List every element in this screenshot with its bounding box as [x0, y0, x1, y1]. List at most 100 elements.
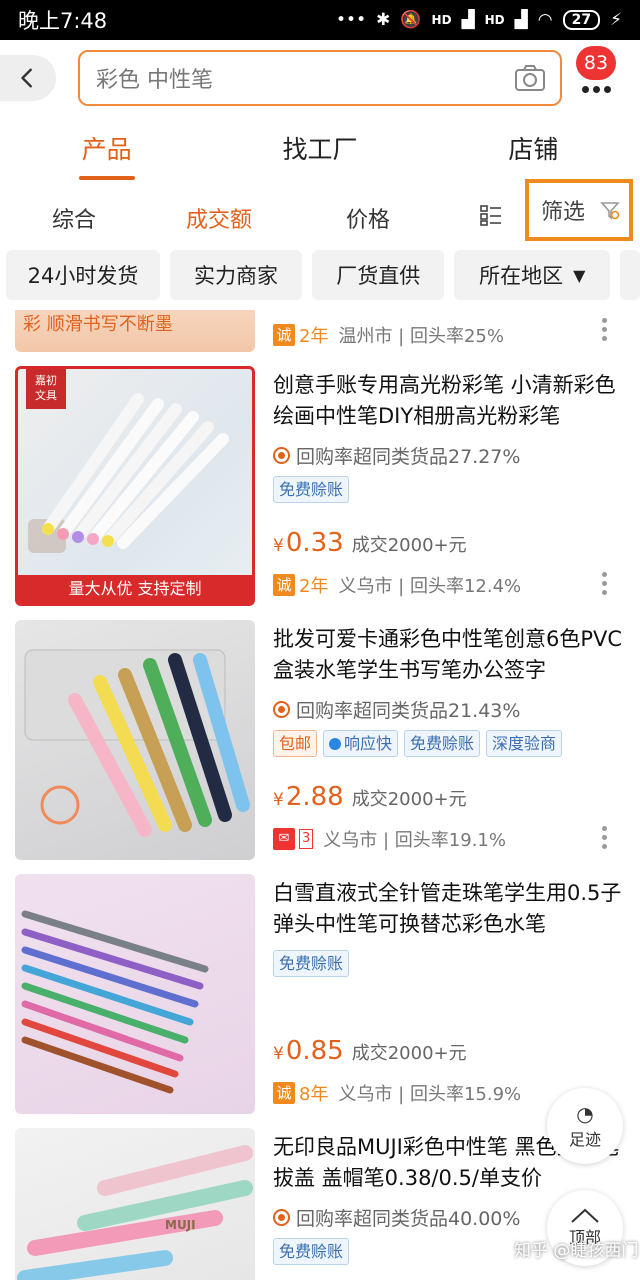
- list-item[interactable]: 彩 顺滑书写不断墨 诚 2年 温州市 | 回头率25%: [0, 310, 640, 358]
- price-row: ¥ 0.85 成交2000+元: [273, 1036, 467, 1066]
- pens-illustration: [24, 649, 250, 837]
- filter-label: 筛选: [541, 200, 586, 225]
- status-time: 晚上7:48: [18, 9, 108, 33]
- tag-fast-response-label: 响应快: [344, 734, 393, 753]
- product-image: [15, 874, 255, 1114]
- tag-list: 包邮 响应快 免费赊账 深度验商: [273, 730, 563, 757]
- filter-icon: [600, 202, 620, 220]
- product-image: MUJI: [15, 1128, 255, 1280]
- tab-factories[interactable]: 找工厂: [213, 120, 426, 186]
- price-value: 0.33: [285, 528, 344, 558]
- category-tabs: 产品 找工厂 店铺: [0, 120, 640, 186]
- messages-button[interactable]: 83: [574, 46, 624, 106]
- repurchase-text: 回购率超同类货品40.00%: [296, 1208, 521, 1230]
- tag-fast-response: 响应快: [323, 730, 399, 757]
- thumb-banner-text: 彩 顺滑书写不断墨: [23, 314, 173, 335]
- product-image: [15, 620, 255, 860]
- tag-list: 免费赊账: [273, 950, 350, 977]
- repurchase-icon: [273, 1209, 290, 1226]
- tab-shops[interactable]: 店铺: [427, 120, 640, 186]
- chip-factory-direct[interactable]: 厂货直供: [312, 250, 445, 300]
- repurchase-icon: [273, 447, 290, 464]
- sort-price[interactable]: 价格: [346, 202, 390, 234]
- tag-free-credit: 免费赊账: [273, 476, 350, 503]
- repurchase-text: 回购率超同类货品27.27%: [296, 446, 521, 468]
- more-options-icon[interactable]: [602, 826, 607, 849]
- sales-volume: 成交2000+元: [351, 1043, 467, 1064]
- sort-volume[interactable]: 成交额: [186, 202, 252, 234]
- price-row: ¥ 2.88 成交2000+元: [273, 782, 467, 812]
- footprint-icon: ◔: [576, 1102, 594, 1126]
- signal-icon-2: ▟: [514, 10, 528, 30]
- seller-meta: 义乌市 | 回头率12.4%: [338, 576, 522, 597]
- mute-icon: 🔕: [400, 10, 422, 30]
- more-options-icon[interactable]: [602, 318, 607, 341]
- product-image: 彩 顺滑书写不断墨: [15, 310, 255, 352]
- cheng-badge-icon: 诚: [273, 324, 295, 346]
- tag-free-credit: 免费赊账: [273, 1238, 350, 1265]
- wifi-icon: ◠: [537, 10, 553, 30]
- back-button[interactable]: [0, 55, 56, 101]
- product-title[interactable]: 批发可爱卡通彩色中性笔创意6色PVC盒装水笔学生书写笔办公签字: [273, 624, 623, 686]
- search-input[interactable]: 彩色 中性笔: [78, 50, 562, 106]
- battery-indicator: 27: [562, 10, 601, 30]
- chevron-left-icon: [21, 68, 32, 88]
- chip-region[interactable]: 所在地区 ▼: [454, 250, 611, 300]
- repurchase-rate: 回购率超同类货品27.27%: [273, 442, 520, 469]
- quick-filters: 24小时发货 实力商家 厂货直供 所在地区 ▼: [0, 250, 640, 306]
- repurchase-rate: 回购率超同类货品40.00%: [273, 1204, 520, 1231]
- watermark: 知乎 @睫孩西门: [514, 1241, 639, 1261]
- footprint-button[interactable]: ◔ 足迹: [547, 1088, 623, 1164]
- seller-years: 8年: [299, 1084, 329, 1105]
- signal-icon: ▟: [461, 10, 475, 30]
- cheng-badge-icon: 诚: [273, 1082, 295, 1104]
- sales-volume: 成交2000+元: [351, 535, 467, 556]
- repurchase-text: 回购率超同类货品21.43%: [296, 700, 521, 722]
- footprint-label: 足迹: [568, 1130, 601, 1149]
- response-icon: [329, 738, 342, 750]
- repurchase-rate: 回购率超同类货品21.43%: [273, 696, 520, 723]
- more-options-icon[interactable]: [602, 572, 607, 595]
- pens-illustration: [21, 910, 209, 1094]
- thumb-brand-text: MUJI: [165, 1218, 196, 1232]
- status-icons: ••• ✱ 🔕 HD ▟ HD ▟ ◠ 27 ⚡: [336, 10, 622, 30]
- currency-symbol: ¥: [273, 1044, 284, 1064]
- product-image: 嘉初 文具 量大从优 支持定制: [15, 366, 255, 606]
- charging-icon: ⚡: [610, 10, 622, 30]
- list-view-icon[interactable]: [480, 204, 502, 226]
- thumb-corner-label: 嘉初 文具: [26, 369, 66, 409]
- thumb-banner: 量大从优 支持定制: [18, 575, 252, 603]
- tm-level: 3: [299, 829, 314, 849]
- list-item[interactable]: 白雪直液式全针管走珠笔学生用0.5子弹头中性笔可换替芯彩色水笔 免费赊账 ¥ 0…: [0, 874, 640, 1114]
- currency-symbol: ¥: [273, 790, 284, 810]
- more-dots-icon: •••: [336, 10, 367, 30]
- cheng-badge-icon: 诚: [273, 574, 295, 596]
- sort-comprehensive[interactable]: 综合: [52, 202, 96, 234]
- product-list: 彩 顺滑书写不断墨 诚 2年 温州市 | 回头率25% 嘉初 文具 量大从优 支…: [0, 310, 640, 1280]
- product-title[interactable]: 白雪直液式全针管走珠笔学生用0.5子弹头中性笔可换替芯彩色水笔: [273, 878, 623, 940]
- price-value: 0.85: [285, 1036, 344, 1066]
- product-title[interactable]: 创意手账专用高光粉彩笔 小清新彩色绘画中性笔DIY相册高光粉彩笔: [273, 370, 623, 432]
- currency-symbol: ¥: [273, 536, 284, 556]
- list-item[interactable]: 嘉初 文具 量大从优 支持定制 创意手账专用高光粉彩笔 小清新彩色绘画中性笔DI…: [0, 366, 640, 606]
- filter-button[interactable]: 筛选: [525, 179, 633, 241]
- caret-down-icon: ▼: [573, 265, 586, 285]
- list-item[interactable]: 批发可爱卡通彩色中性笔创意6色PVC盒装水笔学生书写笔办公签字 回购率超同类货品…: [0, 620, 640, 860]
- seller-info: 诚 8年 义乌市 | 回头率15.9%: [273, 1080, 521, 1106]
- seller-years: 2年: [299, 326, 329, 347]
- seller-years: 2年: [299, 576, 329, 597]
- signal-hd-2: HD: [484, 13, 505, 27]
- chip-24h-shipping[interactable]: 24小时发货: [6, 250, 160, 300]
- price-row: ¥ 0.33 成交2000+元: [273, 528, 467, 558]
- signal-hd-1: HD: [431, 13, 452, 27]
- camera-icon[interactable]: [514, 63, 546, 93]
- status-bar: 晚上7:48 ••• ✱ 🔕 HD ▟ HD ▟ ◠ 27 ⚡: [0, 0, 640, 40]
- pens-illustration: [17, 1145, 253, 1280]
- tab-products[interactable]: 产品: [0, 120, 213, 186]
- tag-free-credit: 免费赊账: [404, 730, 481, 757]
- chip-overflow[interactable]: [620, 250, 640, 300]
- sales-volume: 成交2000+元: [351, 789, 467, 810]
- seller-info: 诚 2年 义乌市 | 回头率12.4%: [273, 572, 521, 598]
- chip-strong-merchant[interactable]: 实力商家: [169, 250, 303, 300]
- repurchase-icon: [273, 701, 290, 718]
